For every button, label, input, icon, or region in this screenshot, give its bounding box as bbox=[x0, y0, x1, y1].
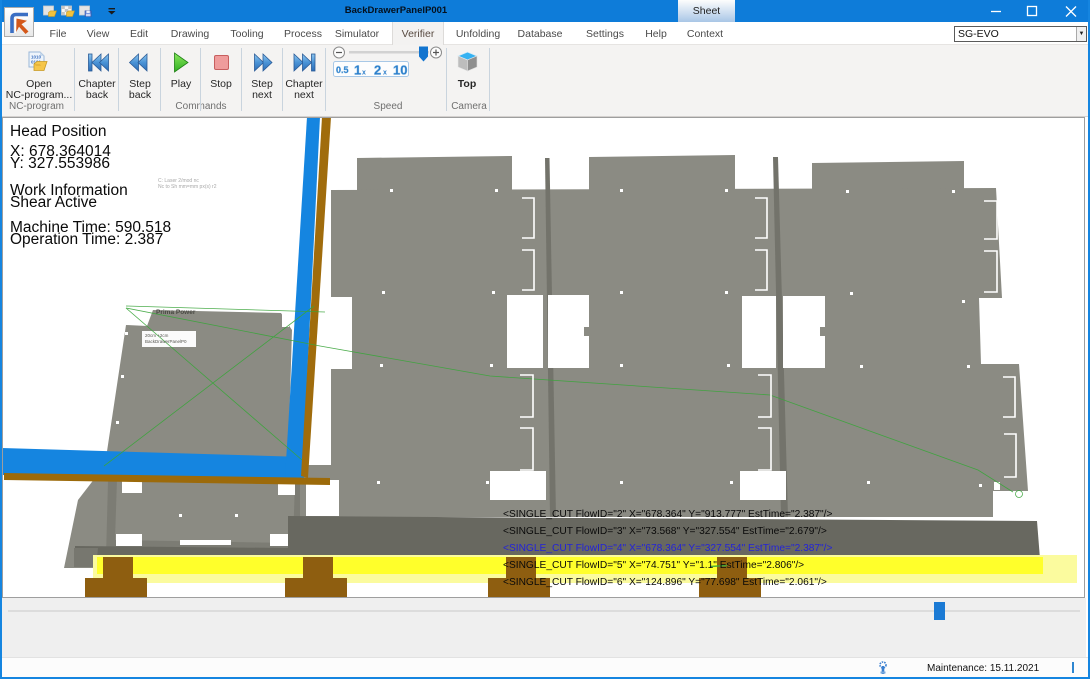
svg-text:x: x bbox=[362, 70, 366, 77]
svg-text:10: 10 bbox=[393, 63, 407, 78]
svg-text:1: 1 bbox=[354, 63, 361, 78]
svg-text:0.5: 0.5 bbox=[336, 65, 349, 75]
svg-text:2: 2 bbox=[374, 63, 381, 78]
svg-text:x: x bbox=[383, 70, 387, 77]
